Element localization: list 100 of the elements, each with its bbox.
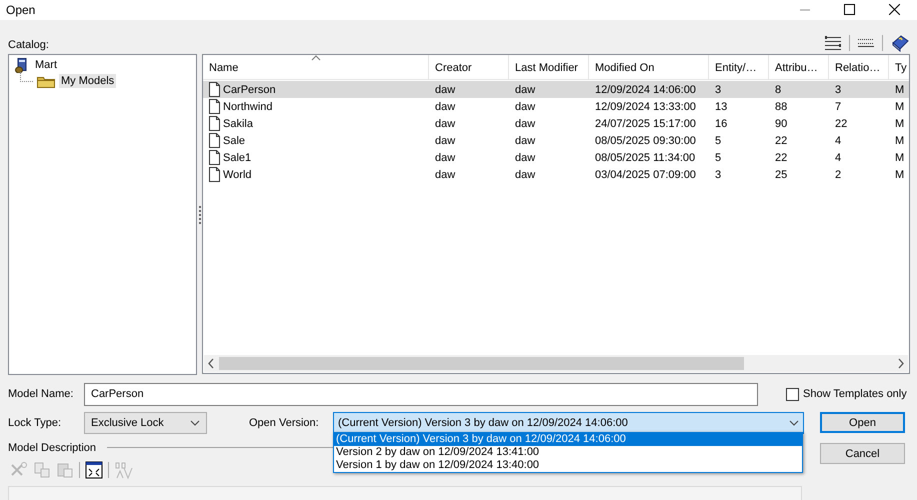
column-header[interactable]: Modified On	[589, 55, 709, 79]
table-cell: 03/04/2025 07:09:00	[595, 168, 696, 180]
table-row[interactable]: CarPerson daw daw 12/09/2024 14:06:00 3 8 3 M	[203, 81, 909, 98]
table-cell: daw	[435, 152, 456, 164]
table-cell: M	[895, 152, 904, 164]
model-name-field[interactable]: CarPerson	[84, 382, 758, 406]
table-cell: 2	[835, 168, 842, 180]
table-cell: 7	[835, 100, 842, 112]
splitter-grip-icon[interactable]	[198, 206, 202, 224]
lock-type-dropdown[interactable]: Exclusive Lock	[84, 412, 207, 434]
table-cell: daw	[435, 168, 456, 180]
table-cell: CarPerson	[223, 84, 276, 96]
table-cell: World	[223, 168, 252, 180]
table-cell: 5	[715, 152, 722, 164]
table-cell: M	[895, 100, 904, 112]
scrollbar-thumb[interactable]	[219, 357, 744, 370]
table-row[interactable]: Sakila daw daw 24/07/2025 15:17:00 16 90 22 M	[203, 115, 909, 132]
details-view-icon[interactable]	[825, 35, 841, 51]
table-cell: 88	[775, 100, 788, 112]
table-cell: daw	[515, 168, 536, 180]
catalog-label: Catalog:	[8, 39, 50, 52]
table-cell: daw	[515, 152, 536, 164]
table-cell: daw	[435, 84, 456, 96]
table-cell: 3	[835, 84, 842, 96]
version-option[interactable]: (Current Version) Version 3 by daw on 12/09/2024 14:06:00	[334, 433, 802, 446]
close-button[interactable]	[889, 4, 900, 15]
field-label: Open Version:	[249, 416, 320, 428]
field-label: Lock Type:	[8, 416, 62, 428]
version-option[interactable]: Version 2 by daw on 12/09/2024 13:41:00	[334, 446, 802, 459]
table-cell: daw	[515, 84, 536, 96]
column-header[interactable]: Last Modifier	[509, 55, 589, 79]
open-version-dropdown[interactable]: (Current Version) Version 3 by daw on 12/09/2024 14:06:00	[333, 412, 804, 434]
table-cell: 22	[835, 118, 848, 130]
server-icon	[15, 58, 29, 72]
table-cell: M	[895, 168, 904, 180]
table-cell: 5	[715, 134, 722, 146]
table-cell: 4	[835, 152, 842, 164]
table-cell: daw	[435, 118, 456, 130]
caret-icon	[190, 420, 200, 426]
document-icon	[209, 82, 220, 97]
table-cell: 24/07/2025 15:17:00	[595, 118, 696, 130]
caret-icon	[789, 420, 799, 426]
table-cell: 08/05/2025 11:34:00	[595, 152, 696, 164]
table-cell: 08/05/2025 09:30:00	[595, 134, 696, 146]
column-header[interactable]: Relatio…	[829, 55, 889, 79]
document-icon	[209, 167, 220, 182]
table-cell: 8	[775, 84, 782, 96]
table-cell: M	[895, 118, 904, 130]
table-cell: Sakila	[223, 118, 253, 130]
table-cell: daw	[435, 100, 456, 112]
table-row[interactable]: Sale1 daw daw 08/05/2025 11:34:00 5 22 4 M	[203, 149, 909, 166]
checkbox[interactable]	[786, 388, 799, 400]
sort-icon	[311, 55, 320, 61]
version-option[interactable]: Version 1 by daw on 12/09/2024 13:40:00	[334, 459, 802, 472]
section-label: Model Description	[8, 442, 96, 454]
open-button[interactable]: Open	[820, 412, 905, 433]
table-cell: 4	[835, 134, 842, 146]
table-cell: 90	[775, 118, 788, 130]
table-cell: 22	[775, 152, 788, 164]
table-row[interactable]: Northwind daw daw 12/09/2024 13:33:00 13 88 7 M	[203, 98, 909, 115]
table-cell: daw	[515, 118, 536, 130]
copy-icon	[33, 461, 51, 479]
table-cell: 25	[775, 168, 788, 180]
cancel-button[interactable]: Cancel	[820, 443, 905, 464]
table-cell: 12/09/2024 14:06:00	[595, 84, 696, 96]
table-cell: 3	[715, 168, 722, 180]
folder-icon	[37, 74, 55, 88]
document-icon	[209, 116, 220, 131]
spell-check-icon	[114, 460, 134, 480]
checkbox-label[interactable]: Show Templates only	[803, 388, 907, 400]
column-header[interactable]: Entity/…	[709, 55, 769, 79]
version-dropdown-list[interactable]: (Current Version) Version 3 by daw on 12/09/2024 14:06:00 Version 2 by daw on 12/09/2024 13:41:00 Version 1 by daw on 12/09/2024 13:40:00	[333, 432, 803, 473]
paste-icon	[56, 461, 74, 479]
document-icon	[209, 99, 220, 114]
document-icon	[209, 133, 220, 148]
table-cell: daw	[515, 100, 536, 112]
document-icon	[209, 150, 220, 165]
table-cell: Sale1	[223, 152, 252, 164]
tree-item[interactable]: Mart	[33, 58, 59, 72]
table-cell: 13	[715, 100, 728, 112]
table-cell: daw	[435, 134, 456, 146]
table-cell: Northwind	[223, 100, 273, 112]
table-cell: M	[895, 134, 904, 146]
table-cell: Sale	[223, 134, 246, 146]
column-header[interactable]: Name	[203, 55, 429, 79]
table-cell: 3	[715, 84, 722, 96]
field-label: Model Name:	[8, 388, 74, 400]
maximize-button[interactable]	[844, 4, 855, 15]
tree-item[interactable]: My Models	[59, 74, 116, 88]
table-row[interactable]: World daw daw 03/04/2025 07:09:00 3 25 2 M	[203, 166, 909, 183]
table-cell: daw	[515, 134, 536, 146]
column-header[interactable]: Ty	[889, 55, 909, 79]
maximize-editor-icon[interactable]	[85, 461, 103, 479]
table-cell: 16	[715, 118, 728, 130]
book-icon[interactable]	[891, 34, 909, 52]
column-header[interactable]: Attribu…	[769, 55, 829, 79]
column-header[interactable]: Creator	[429, 55, 509, 79]
table-row[interactable]: Sale daw daw 08/05/2025 09:30:00 5 22 4 M	[203, 132, 909, 149]
table-cell: M	[895, 84, 904, 96]
table-cell: 12/09/2024 13:33:00	[595, 100, 696, 112]
